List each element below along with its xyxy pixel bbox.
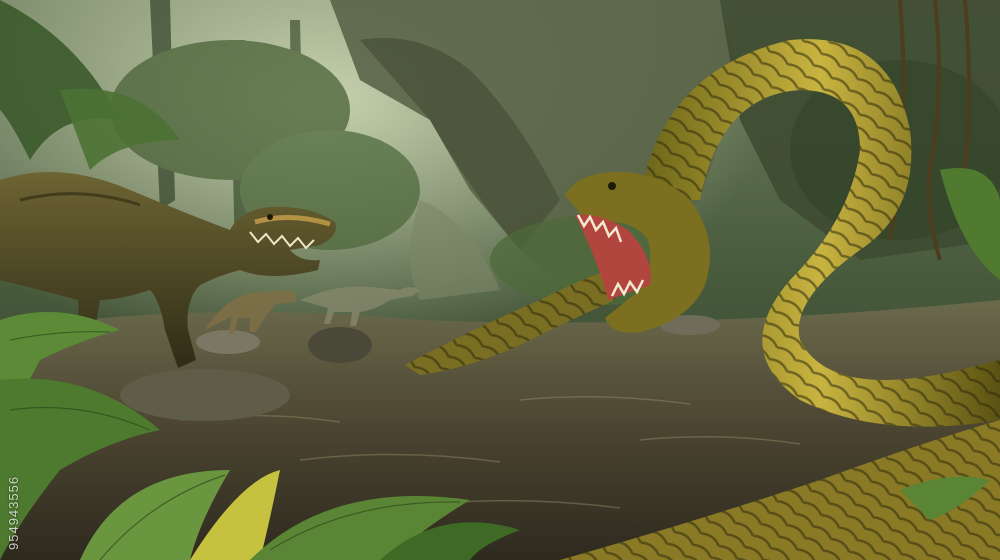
scene-illustration	[0, 0, 1000, 560]
tyrannosaur-eye	[267, 214, 273, 220]
serpent-eye	[608, 182, 616, 190]
jungle-scene: 954943556	[0, 0, 1000, 560]
stock-image-id: 954943556	[6, 475, 21, 550]
